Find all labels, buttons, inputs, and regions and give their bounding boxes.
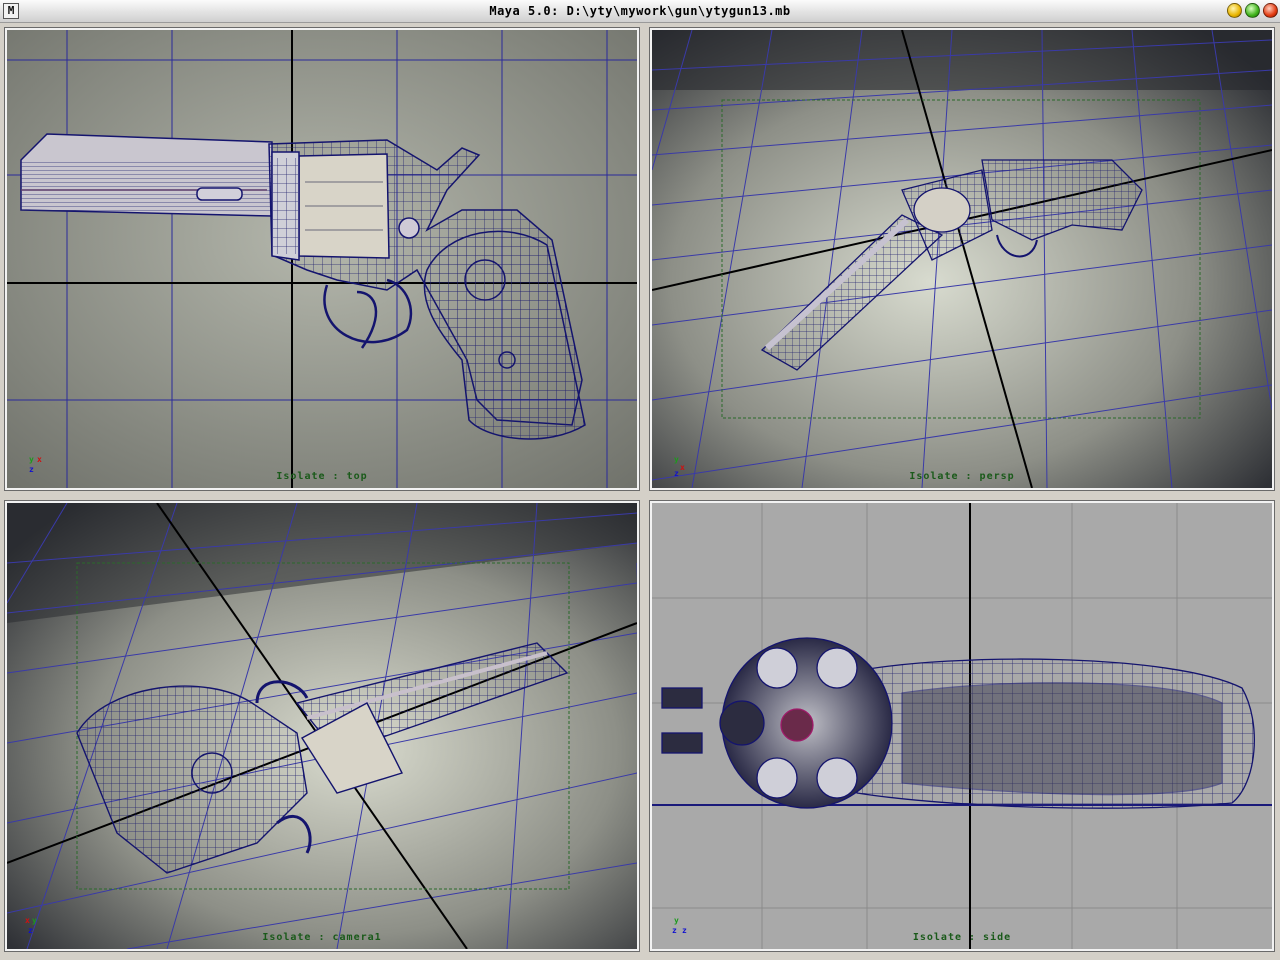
viewport-label-camera1: Isolate : camera1: [262, 932, 382, 943]
side-view-canvas: [652, 503, 1272, 949]
viewport-top[interactable]: y x z Isolate : top: [4, 27, 640, 491]
window-titlebar[interactable]: M Maya 5.0: D:\yty\mywork\gun\ytygun13.m…: [0, 0, 1280, 23]
viewport-label-side: Isolate : side: [912, 932, 1012, 943]
viewport-persp[interactable]: y x z Isolate : persp: [649, 27, 1275, 491]
axis-x-label: x: [25, 916, 30, 925]
minimize-button[interactable]: [1227, 3, 1242, 18]
axis-x-label: x: [37, 455, 42, 464]
axis-y-label: y: [674, 455, 679, 464]
viewport-camera1[interactable]: x y z Isolate : camera1: [4, 500, 640, 952]
axis-y-label: y: [674, 916, 679, 925]
camera-view-canvas: [7, 503, 637, 949]
viewport-side[interactable]: y z z Isolate : side: [649, 500, 1275, 952]
window-title: Maya 5.0: D:\yty\mywork\gun\ytygun13.mb: [489, 4, 791, 18]
close-button[interactable]: [1263, 3, 1278, 18]
maximize-button[interactable]: [1245, 3, 1260, 18]
axis-y-label: y: [29, 455, 34, 464]
viewport-label-top: Isolate : top: [276, 471, 368, 482]
axis-y-label: y: [32, 916, 37, 925]
viewport-label-persp: Isolate : persp: [909, 471, 1015, 482]
top-view-canvas: [7, 30, 637, 488]
persp-view-canvas: [652, 30, 1272, 488]
